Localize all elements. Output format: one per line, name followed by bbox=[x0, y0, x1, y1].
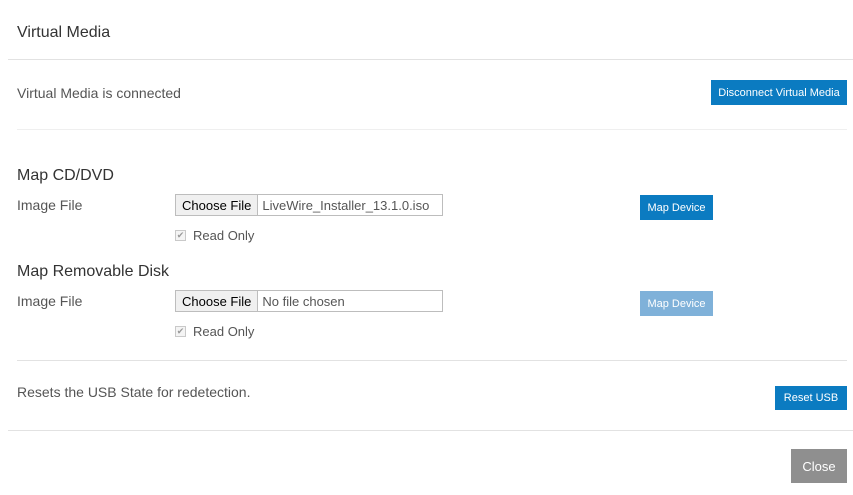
disk-image-file-label: Image File bbox=[17, 293, 83, 309]
cd-read-only-label: Read Only bbox=[193, 228, 255, 243]
disk-read-only-option[interactable]: ✔ Read Only bbox=[175, 324, 254, 339]
reset-usb-button[interactable]: Reset USB bbox=[775, 386, 847, 410]
cd-map-device-button[interactable]: Map Device bbox=[640, 195, 713, 220]
map-cd-dvd-heading: Map CD/DVD bbox=[17, 167, 114, 184]
disk-read-only-label: Read Only bbox=[193, 324, 255, 339]
cd-file-name: LiveWire_Installer_13.1.0.iso bbox=[262, 197, 430, 213]
checkmark-icon[interactable]: ✔ bbox=[175, 326, 186, 337]
map-removable-disk-heading: Map Removable Disk bbox=[17, 263, 170, 280]
disconnect-virtual-media-button[interactable]: Disconnect Virtual Media bbox=[711, 80, 847, 105]
cd-choose-file-button[interactable]: Choose File bbox=[176, 195, 259, 215]
divider bbox=[17, 129, 847, 130]
divider bbox=[8, 59, 853, 60]
divider bbox=[8, 430, 853, 431]
usb-reset-description: Resets the USB State for redetection. bbox=[17, 384, 251, 400]
dialog-title: Virtual Media bbox=[17, 24, 111, 41]
disk-choose-file-button[interactable]: Choose File bbox=[176, 291, 259, 311]
close-button[interactable]: Close bbox=[791, 449, 847, 483]
virtual-media-dialog: Virtual Media Virtual Media is connected… bbox=[0, 0, 853, 495]
divider bbox=[17, 360, 847, 361]
connection-status: Virtual Media is connected bbox=[17, 85, 181, 101]
disk-map-device-button[interactable]: Map Device bbox=[640, 291, 713, 316]
disk-file-name: No file chosen bbox=[262, 293, 345, 309]
cd-image-file-label: Image File bbox=[17, 197, 83, 213]
checkmark-icon[interactable]: ✔ bbox=[175, 230, 186, 241]
cd-image-file-input[interactable]: Choose File LiveWire_Installer_13.1.0.is… bbox=[175, 194, 443, 216]
cd-read-only-option[interactable]: ✔ Read Only bbox=[175, 228, 254, 243]
disk-image-file-input[interactable]: Choose File No file chosen bbox=[175, 290, 443, 312]
